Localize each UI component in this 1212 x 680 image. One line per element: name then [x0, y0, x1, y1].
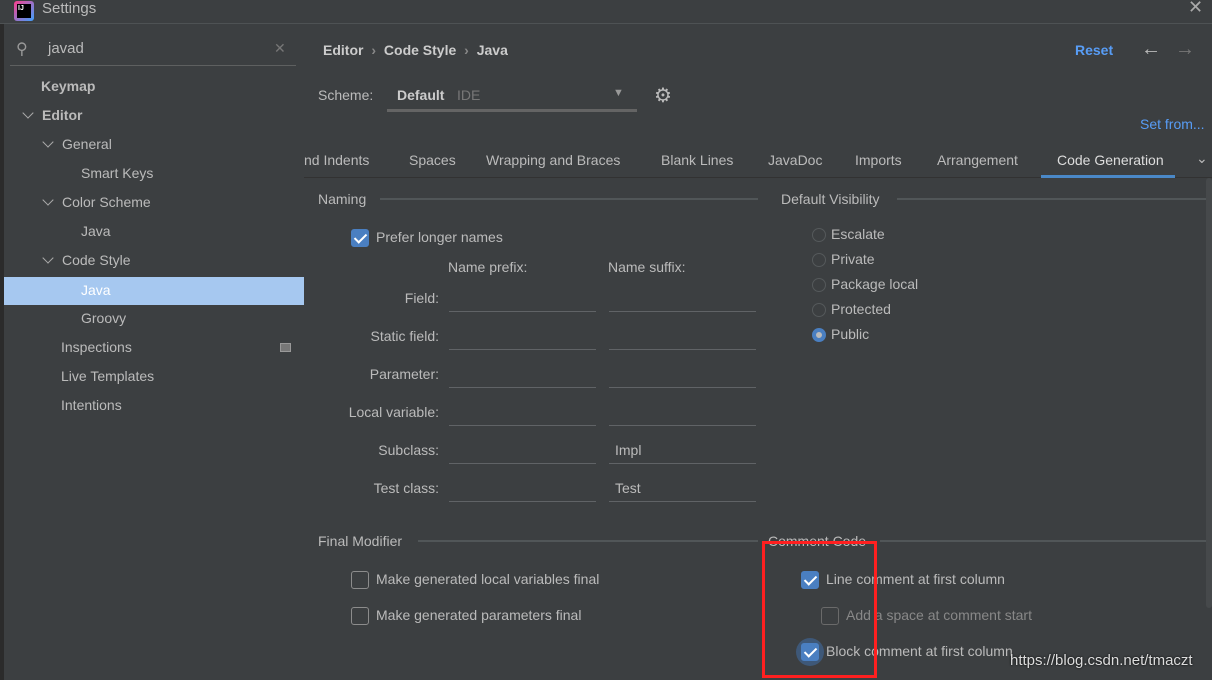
close-icon[interactable]: ✕	[1188, 0, 1203, 18]
name-prefix-input[interactable]	[449, 284, 596, 312]
search-icon: ⚲	[16, 41, 28, 58]
breadcrumb: Editor › Code Style › Java	[323, 42, 508, 58]
tab-javadoc[interactable]: JavaDoc	[768, 150, 822, 178]
name-suffix-header: Name suffix:	[608, 259, 686, 275]
scheme-label: Scheme:	[318, 87, 374, 103]
name-prefix-input[interactable]	[449, 474, 596, 502]
naming-row-label: Subclass:	[378, 442, 439, 458]
app-logo-icon: IJ	[14, 1, 34, 21]
highlight-box	[762, 541, 877, 678]
tab-arrangement[interactable]: Arrangement	[937, 150, 1018, 178]
chevron-down-icon[interactable]	[42, 136, 54, 148]
name-prefix-input[interactable]	[449, 398, 596, 426]
name-prefix-input[interactable]	[449, 322, 596, 350]
prefer-longer-names-label: Prefer longer names	[376, 229, 503, 245]
title-bar: IJ Settings ✕	[0, 0, 1212, 24]
reset-button[interactable]: Reset	[1075, 42, 1113, 58]
dropdown-arrow-icon: ▼	[613, 87, 624, 99]
sidebar-item-live-templates[interactable]: Live Templates	[4, 362, 304, 391]
name-prefix-header: Name prefix:	[448, 259, 528, 275]
search-input[interactable]: javad	[48, 40, 84, 57]
visibility-option-label: Package local	[831, 276, 919, 292]
tab-blank-lines[interactable]: Blank Lines	[661, 150, 733, 178]
sidebar-item-editor[interactable]: Editor	[4, 101, 304, 130]
visibility-radio[interactable]	[812, 253, 826, 267]
tab-spaces[interactable]: Spaces	[409, 150, 456, 178]
final-local-variables-label: Make generated local variables final	[376, 571, 600, 587]
scheme-dropdown[interactable]: Default IDE ▼	[387, 80, 637, 112]
final-parameters-checkbox[interactable]	[351, 607, 369, 625]
gear-icon[interactable]: ⚙	[654, 83, 672, 108]
tab-tabs-and-indents[interactable]: nd Indents	[304, 150, 369, 178]
prefer-longer-names-checkbox[interactable]	[351, 229, 369, 247]
visibility-radio[interactable]	[812, 328, 826, 342]
name-suffix-input[interactable]	[609, 360, 756, 388]
tab-imports[interactable]: Imports	[855, 150, 902, 178]
chevron-down-icon[interactable]	[42, 194, 54, 206]
sidebar-item-code-style-java[interactable]: Java	[4, 277, 304, 305]
naming-row-label: Parameter:	[369, 366, 439, 382]
name-suffix-input[interactable]	[609, 284, 756, 312]
visibility-option-label: Protected	[831, 301, 891, 317]
back-arrow-icon[interactable]: ←	[1141, 38, 1161, 61]
naming-row-label: Test class:	[373, 480, 439, 496]
naming-section-title: Naming	[318, 191, 367, 207]
sidebar-item-keymap[interactable]: Keymap	[4, 72, 304, 101]
chevron-down-icon[interactable]	[42, 252, 54, 264]
divider	[418, 540, 758, 542]
visibility-radio[interactable]	[812, 278, 826, 292]
chevron-down-icon[interactable]	[22, 107, 34, 119]
project-scope-icon	[280, 343, 291, 352]
name-suffix-input[interactable]: Test	[609, 474, 756, 502]
settings-search[interactable]: ⚲ javad ✕	[10, 36, 296, 66]
sidebar-item-inspections[interactable]: Inspections	[4, 333, 304, 362]
name-suffix-input[interactable]	[609, 322, 756, 350]
sidebar-item-smart-keys[interactable]: Smart Keys	[4, 159, 304, 188]
final-modifier-title: Final Modifier	[318, 533, 403, 549]
final-local-variables-checkbox[interactable]	[351, 571, 369, 589]
tab-code-generation[interactable]: Code Generation	[1041, 150, 1175, 178]
visibility-radio[interactable]	[812, 303, 826, 317]
naming-row-label: Static field:	[370, 328, 439, 344]
name-suffix-input[interactable]	[609, 398, 756, 426]
sidebar-item-code-style[interactable]: Code Style	[4, 246, 304, 275]
clear-search-icon[interactable]: ✕	[274, 40, 286, 57]
sidebar-item-color-scheme-java[interactable]: Java	[4, 217, 304, 246]
visibility-radio[interactable]	[812, 228, 826, 242]
naming-row-label: Field:	[404, 290, 439, 306]
sidebar-item-general[interactable]: General	[4, 130, 304, 159]
scrollbar[interactable]	[1206, 178, 1212, 608]
visibility-option-label: Escalate	[831, 226, 885, 242]
chevron-down-icon[interactable]: ⌄	[1196, 150, 1208, 167]
set-from-link[interactable]: Set from...	[1140, 116, 1205, 132]
divider	[880, 540, 1212, 542]
visibility-option-label: Private	[831, 251, 875, 267]
sidebar-item-intentions[interactable]: Intentions	[4, 391, 304, 420]
divider	[897, 198, 1212, 200]
final-parameters-label: Make generated parameters final	[376, 607, 582, 623]
naming-row-label: Local variable:	[348, 404, 439, 420]
sidebar-item-color-scheme[interactable]: Color Scheme	[4, 188, 304, 217]
sidebar-item-groovy[interactable]: Groovy	[4, 304, 304, 333]
watermark: https://blog.csdn.net/tmaczt	[1010, 652, 1193, 669]
name-prefix-input[interactable]	[449, 360, 596, 388]
name-prefix-input[interactable]	[449, 436, 596, 464]
tab-wrapping-and-braces[interactable]: Wrapping and Braces	[486, 150, 620, 178]
forward-arrow-icon[interactable]: →	[1175, 38, 1195, 61]
default-visibility-title: Default Visibility	[781, 191, 880, 207]
name-suffix-input[interactable]: Impl	[609, 436, 756, 464]
window-title: Settings	[42, 0, 97, 17]
divider	[380, 198, 758, 200]
visibility-option-label: Public	[831, 326, 870, 342]
